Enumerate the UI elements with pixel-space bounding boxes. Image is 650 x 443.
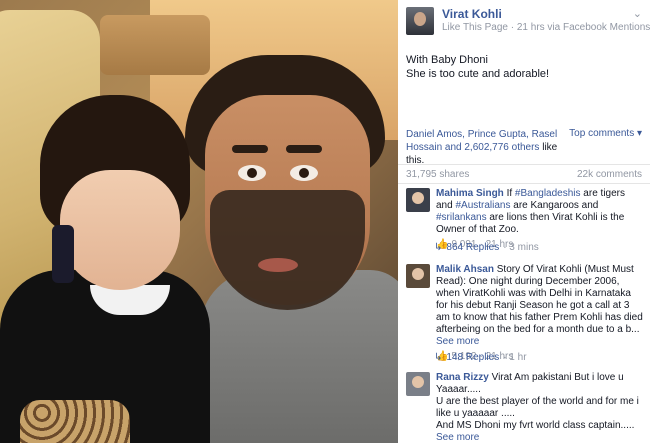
author-avatar[interactable]	[406, 7, 434, 35]
see-more-link[interactable]: See more	[436, 432, 479, 443]
photo-man-brow	[232, 145, 268, 153]
top-comments-dropdown[interactable]: Top comments ▾	[569, 128, 642, 167]
photo-chair	[100, 15, 210, 75]
comments-count[interactable]: 22k comments	[577, 169, 642, 180]
post-header: Virat Kohli Like This Page · 21 hrs via …	[398, 0, 650, 35]
comment-text-line: And MS Dhoni my fvrt world class captain…	[436, 420, 644, 443]
post-timestamp[interactable]: · 21 hrs via Facebook Mentions ·	[508, 22, 650, 33]
commenter-name[interactable]: Rana Rizzy	[436, 372, 489, 383]
commenter-name[interactable]: Mahima Singh	[436, 188, 504, 199]
comment-item: Malik Ahsan Story Of Virat Kohli (Must M…	[406, 264, 644, 363]
photo-man-brow	[286, 145, 322, 153]
like-page-link[interactable]: Like This Page	[442, 22, 508, 33]
replies-count[interactable]: 148 Replies	[446, 352, 499, 363]
post-message-line: With Baby Dhoni	[406, 54, 488, 66]
post-stats: 31,795 shares 22k comments	[398, 164, 650, 184]
photo-leopard-cushion	[20, 400, 130, 443]
post-message-line: She is too cute and adorable!	[406, 68, 550, 80]
comment-text: If	[503, 188, 515, 199]
hashtag-link[interactable]: #Australians	[455, 200, 510, 211]
post-photo[interactable]	[0, 0, 398, 443]
comment-body: Rana Rizzy Virat Am pakistani But i love…	[436, 372, 644, 443]
shares-count[interactable]: 31,795 shares	[406, 169, 469, 180]
commenter-name[interactable]: Malik Ahsan	[436, 264, 494, 275]
replies-link[interactable]: ↳ 148 Replies · 1 hr	[434, 352, 527, 363]
comment-text: are Kangaroos and	[510, 200, 599, 211]
photo-man-mouth	[258, 258, 298, 272]
commenter-avatar[interactable]	[406, 264, 430, 288]
likes-summary: Daniel Amos, Prince Gupta, Rasel Hossain…	[406, 128, 642, 167]
likers-names[interactable]: Daniel Amos, Prince Gupta, Rasel Hossain…	[406, 129, 557, 153]
photo-man-eye	[238, 165, 266, 181]
author-name[interactable]: Virat Kohli	[442, 7, 650, 21]
reply-arrow-icon: ↳	[434, 352, 443, 363]
post-panel: Virat Kohli Like This Page · 21 hrs via …	[398, 0, 650, 443]
photo-man-eye	[290, 165, 318, 181]
chevron-down-icon[interactable]: ⌄	[633, 7, 642, 20]
reply-arrow-icon: ↳	[434, 242, 443, 253]
replies-count[interactable]: 864 Replies	[446, 242, 499, 253]
post-header-text: Virat Kohli Like This Page · 21 hrs via …	[442, 7, 650, 35]
commenter-avatar[interactable]	[406, 188, 430, 212]
comment-item: Rana Rizzy Virat Am pakistani But i love…	[406, 372, 644, 443]
likers-text[interactable]: Daniel Amos, Prince Gupta, Rasel Hossain…	[406, 128, 569, 167]
replies-link[interactable]: ↳ 864 Replies · 3 mins	[434, 242, 539, 253]
hashtag-link[interactable]: #srilankans	[436, 212, 487, 223]
comment-body: Malik Ahsan Story Of Virat Kohli (Must M…	[436, 264, 644, 363]
comment-text: And MS Dhoni my fvrt world class captain…	[436, 420, 635, 431]
commenter-avatar[interactable]	[406, 372, 430, 396]
photo-phone	[52, 225, 74, 283]
post-message: With Baby Dhoni She is too cute and ador…	[398, 35, 650, 81]
replies-time: · 1 hr	[503, 352, 527, 363]
comment-text-line: U are the best player of the world and f…	[436, 396, 639, 419]
photo-baby-face	[60, 170, 180, 290]
hashtag-link[interactable]: #Bangladeshis	[515, 188, 581, 199]
post-meta: Like This Page · 21 hrs via Facebook Men…	[442, 21, 650, 35]
replies-time: · 3 mins	[503, 242, 539, 253]
see-more-link[interactable]: See more	[436, 336, 479, 347]
